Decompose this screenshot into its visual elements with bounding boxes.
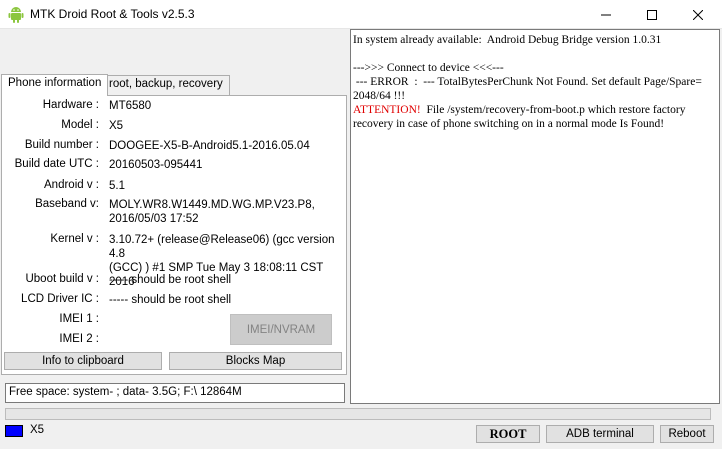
build-date-label: Build date UTC :	[14, 158, 99, 170]
imei2-label: IMEI 2 :	[59, 333, 99, 345]
kernel-label: Kernel v :	[50, 233, 99, 245]
uboot-label: Uboot build v :	[25, 273, 99, 285]
log-line: In system already available: Android Deb…	[353, 34, 662, 46]
close-icon	[693, 9, 703, 20]
uboot-value: ----- should be root shell	[109, 274, 232, 286]
left-pane: Phone information root, backup, recovery…	[0, 30, 348, 404]
minimize-button[interactable]	[583, 0, 629, 29]
log-line-attention: ATTENTION! File /system/recovery-from-bo…	[353, 103, 717, 131]
free-space-field: Free space: system- ; data- 3.5G; F:\ 12…	[5, 383, 345, 403]
device-color-indicator	[5, 425, 23, 437]
log-line: --->>> Connect to device <<<---	[353, 62, 504, 74]
build-number-value: DOOGEE-X5-B-Android5.1-2016.05.04	[109, 140, 310, 152]
minimize-icon	[601, 14, 611, 15]
maximize-button[interactable]	[629, 0, 675, 29]
build-date-value: 20160503-095441	[109, 159, 203, 171]
model-label: Model :	[61, 119, 99, 131]
imei1-label: IMEI 1 :	[59, 313, 99, 325]
progress-bar	[5, 408, 711, 420]
tab-phone-information[interactable]: Phone information	[1, 74, 109, 96]
device-name: X5	[30, 424, 45, 436]
maximize-icon	[647, 9, 657, 20]
reboot-button[interactable]: Reboot	[660, 425, 714, 443]
title-bar[interactable]: MTK Droid Root & Tools v2.5.3	[0, 0, 722, 29]
baseband-label: Baseband v:	[35, 198, 99, 210]
hardware-label: Hardware :	[42, 99, 99, 111]
lcd-driver-label: LCD Driver IC :	[21, 293, 99, 305]
log-line: --- ERROR : --- TotalBytesPerChunk Not F…	[353, 76, 702, 102]
lcd-driver-value: ----- should be root shell	[109, 294, 232, 306]
phone-information-panel: Hardware : MT6580 Model : X5 Build numbe…	[1, 95, 347, 375]
build-number-label: Build number :	[24, 139, 99, 151]
close-button[interactable]	[675, 0, 721, 29]
window-title: MTK Droid Root & Tools v2.5.3	[30, 7, 195, 21]
android-version-label: Android v :	[44, 179, 99, 191]
baseband-value: MOLY.WR8.W1449.MD.WG.MP.V23.P8, 2016/05/…	[109, 199, 315, 225]
hardware-value: MT6580	[109, 100, 152, 112]
root-button[interactable]: ROOT	[476, 425, 540, 443]
adb-terminal-button[interactable]: ADB terminal	[546, 425, 654, 443]
blocks-map-button[interactable]: Blocks Map	[169, 352, 342, 370]
model-value: X5	[109, 120, 124, 132]
tab-root-backup-recovery[interactable]: root, backup, recovery	[102, 75, 230, 95]
log-output[interactable]: In system already available: Android Deb…	[350, 29, 720, 404]
info-to-clipboard-button[interactable]: Info to clipboard	[4, 352, 162, 370]
attention-label: ATTENTION!	[353, 104, 421, 116]
android-icon	[8, 7, 24, 23]
android-version-value: 5.1	[109, 180, 125, 192]
imei-nvram-button[interactable]: IMEI/NVRAM	[230, 314, 332, 345]
